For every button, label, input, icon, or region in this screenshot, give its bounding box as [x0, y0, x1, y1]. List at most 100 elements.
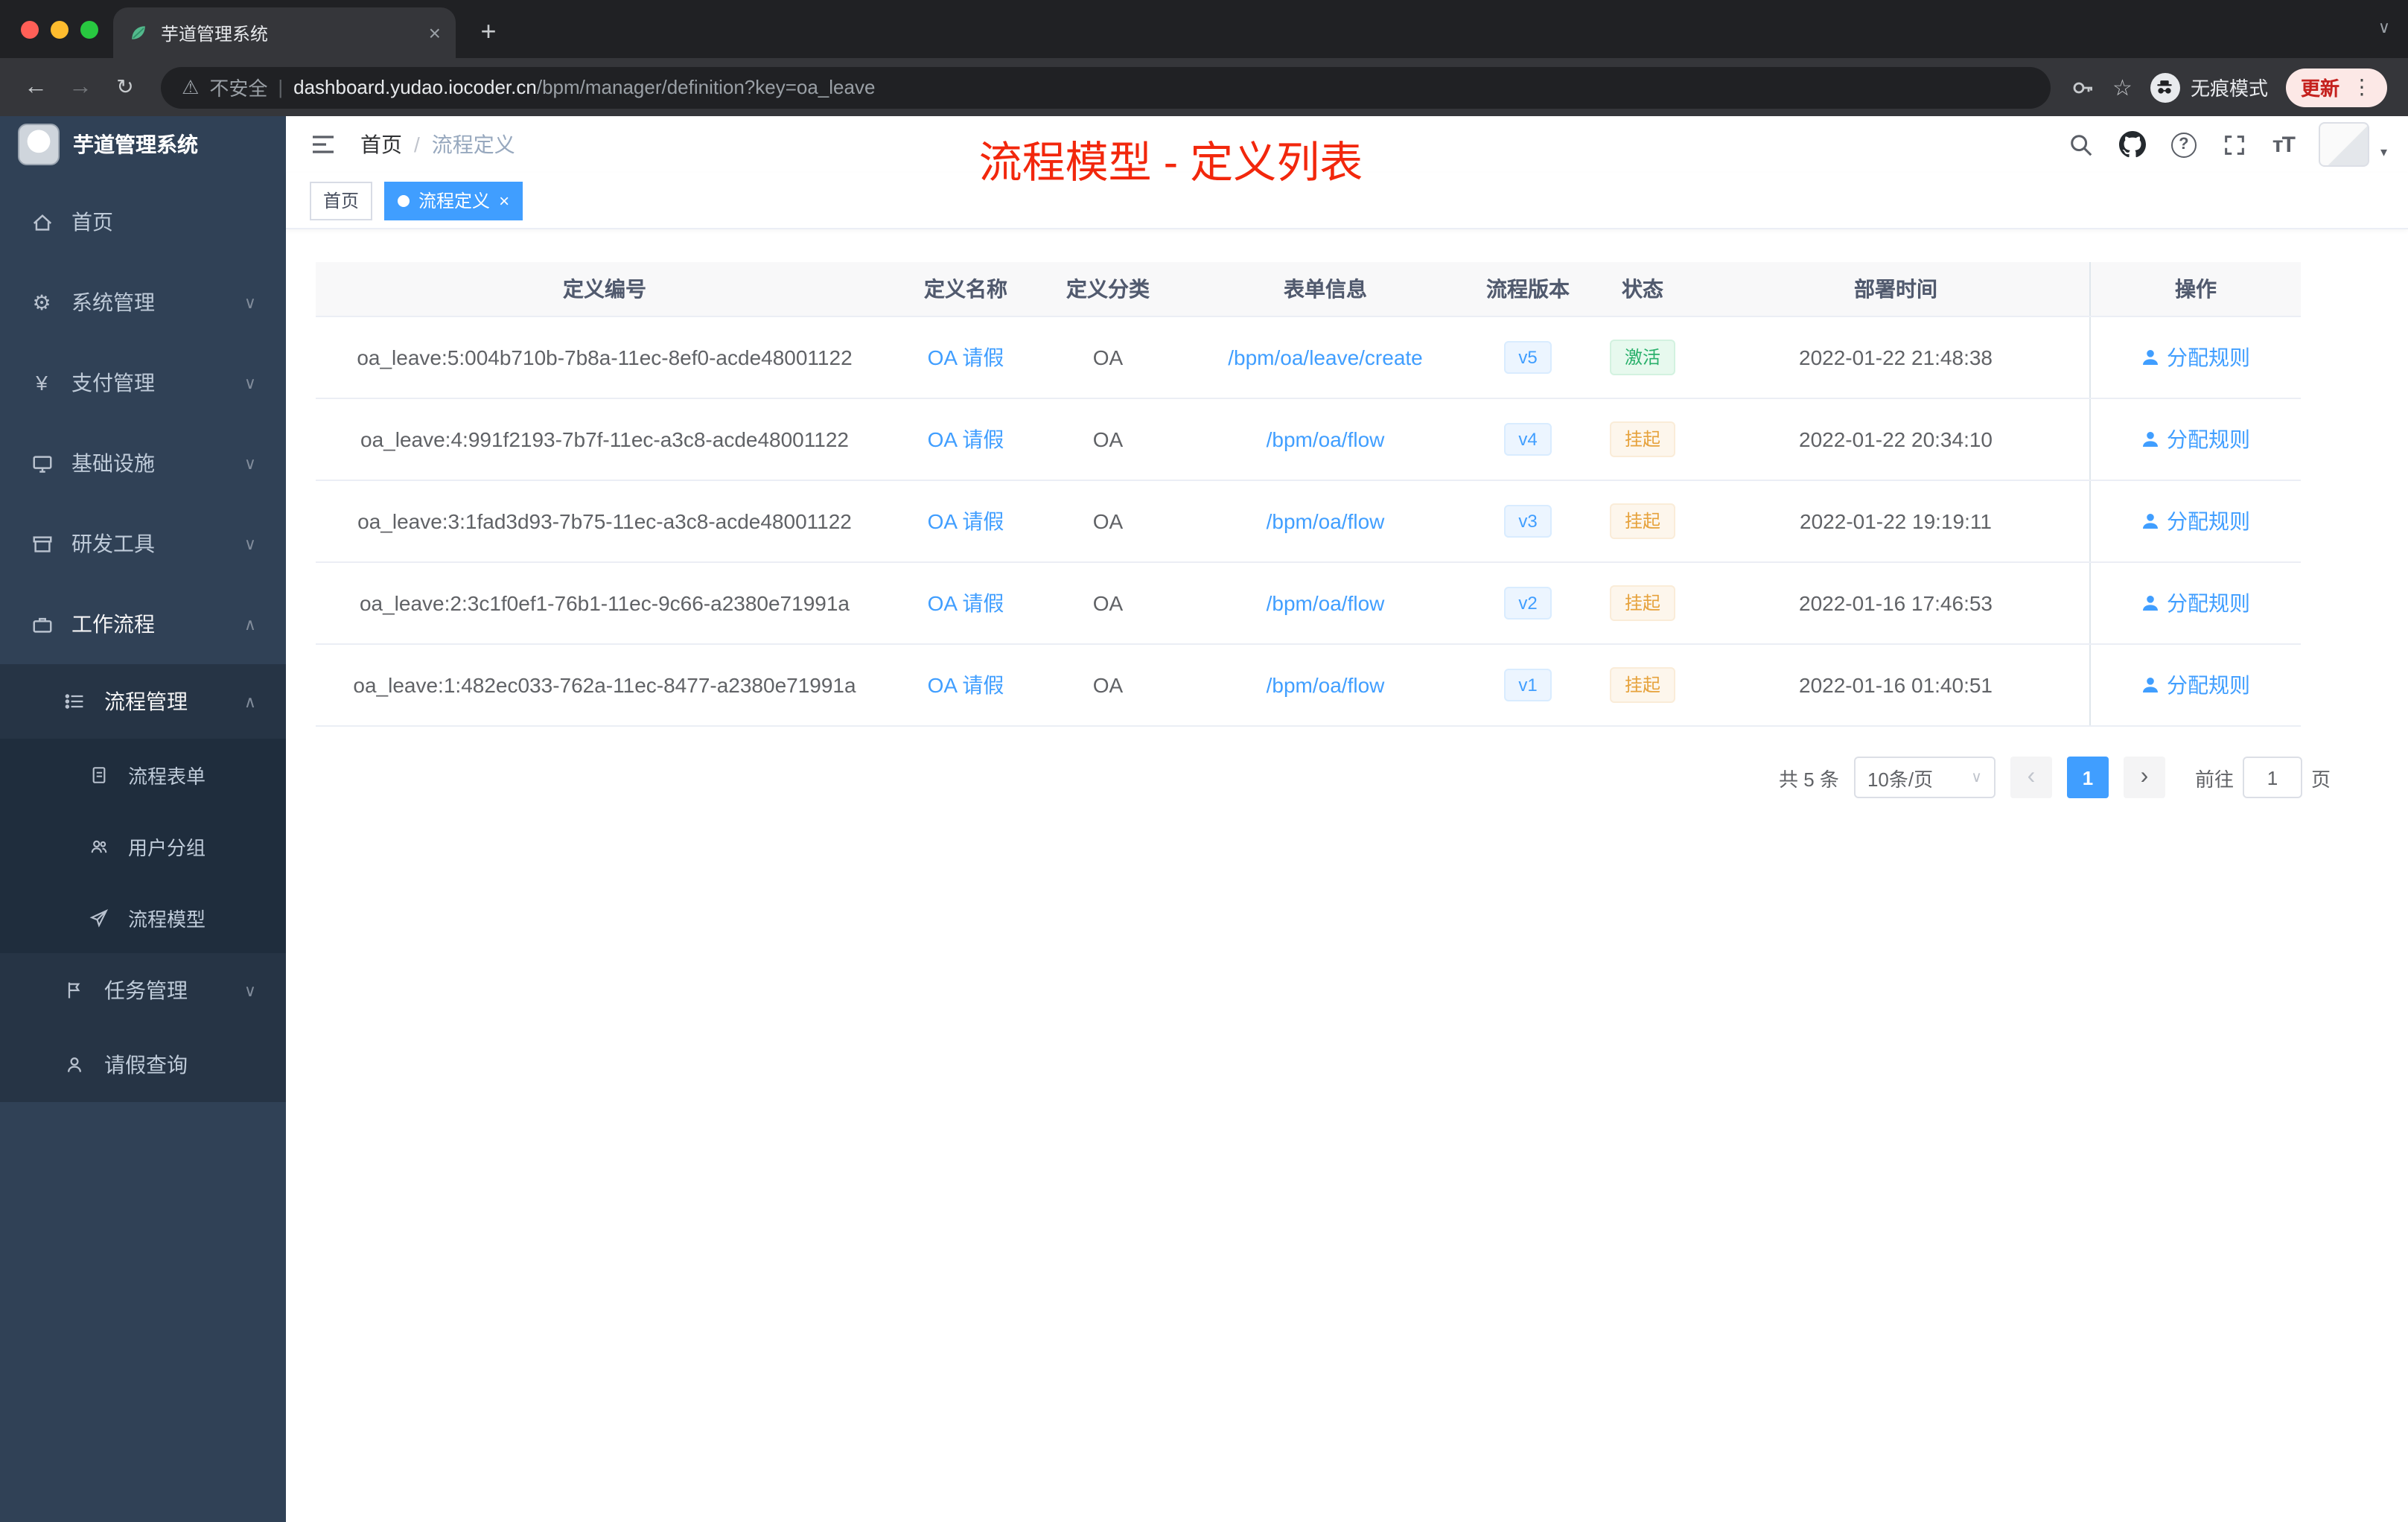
forward-button[interactable]: →: [60, 66, 101, 108]
reload-button[interactable]: ↻: [104, 66, 146, 108]
prev-page-button[interactable]: ‹: [2010, 757, 2052, 798]
cell-form-info: /bpm/oa/leave/create: [1178, 317, 1473, 398]
tab-close-icon[interactable]: ×: [429, 21, 441, 45]
sidebar-item-process-form[interactable]: 流程表单: [0, 739, 286, 810]
form-link[interactable]: /bpm/oa/flow: [1267, 509, 1385, 533]
assign-rule-link[interactable]: 分配规则: [2167, 424, 2250, 454]
cell-definition-name: OA 请假: [894, 645, 1038, 725]
cell-deploy-time: 2022-01-16 17:46:53: [1799, 591, 1993, 615]
tag-label: 流程定义: [418, 191, 491, 211]
sidebar-item-process-model[interactable]: 流程模型: [0, 882, 286, 953]
assign-rule-link[interactable]: 分配规则: [2167, 506, 2250, 536]
definition-name-link[interactable]: OA 请假: [928, 670, 1004, 700]
column-header-deploy-time: 部署时间: [1854, 277, 1937, 301]
browser-update-button[interactable]: 更新 ⋮: [2285, 68, 2387, 106]
sidebar-item-process-management[interactable]: 流程管理 ∧: [0, 664, 286, 739]
definition-name-link[interactable]: OA 请假: [928, 424, 1004, 454]
form-link[interactable]: /bpm/oa/flow: [1267, 427, 1385, 451]
sidebar-item-workflow[interactable]: 工作流程 ∧: [0, 584, 286, 664]
form-link[interactable]: /bpm/oa/flow: [1267, 673, 1385, 697]
document-icon: [86, 762, 110, 786]
chevron-down-icon: ∨: [243, 375, 256, 392]
url-separator: |: [278, 76, 284, 98]
tab-search-chevron-icon[interactable]: ∨: [2378, 18, 2390, 37]
password-key-icon[interactable]: [2071, 75, 2095, 99]
yen-icon: ¥: [36, 371, 48, 395]
tab-title: 芋道管理系统: [161, 23, 269, 44]
github-icon[interactable]: [2118, 131, 2146, 158]
form-link[interactable]: /bpm/oa/leave/create: [1228, 346, 1423, 369]
font-size-icon[interactable]: тT: [2272, 132, 2296, 157]
browser-tab[interactable]: 芋道管理系统 ×: [113, 7, 456, 58]
sidebar-item-payment-management[interactable]: ¥ 支付管理 ∨: [0, 343, 286, 423]
browser-menu-kebab-icon[interactable]: ⋮: [2351, 74, 2372, 100]
bookmark-star-icon[interactable]: ☆: [2112, 74, 2133, 101]
active-tag-dot: [398, 194, 410, 206]
definition-name-link[interactable]: OA 请假: [928, 343, 1004, 372]
table-row: oa_leave:3:1fad3d93-7b75-11ec-a3c8-acde4…: [316, 481, 2301, 563]
sidebar-item-task-management[interactable]: 任务管理 ∨: [0, 953, 286, 1028]
search-icon[interactable]: [2068, 132, 2094, 157]
sidebar-item-user-group[interactable]: 用户分组: [0, 810, 286, 882]
version-tag: v1: [1503, 668, 1552, 702]
cell-deploy-time: 2022-01-22 20:34:10: [1799, 427, 1993, 451]
sidebar-item-label: 工作流程: [71, 612, 155, 636]
app-logo: [18, 124, 60, 165]
sidebar-toggle-hamburger-icon[interactable]: [307, 128, 340, 161]
cell-definition-name: OA 请假: [894, 481, 1038, 561]
user-avatar[interactable]: [2319, 122, 2370, 167]
zoom-window-button[interactable]: [80, 21, 98, 39]
address-bar[interactable]: ⚠ 不安全 | dashboard.yudao.iocoder.cn/bpm/m…: [161, 66, 2051, 108]
page-size-select[interactable]: 10条/页 ∨: [1853, 757, 1995, 798]
sidebar-item-dev-tools[interactable]: 研发工具 ∨: [0, 503, 286, 584]
assign-rule-link[interactable]: 分配规则: [2167, 588, 2250, 618]
workspace: 芋道管理系统 首页 ⚙ 系统管理 ∨ ¥ 支付管理 ∨ 基础设施 ∨ 研发工具 …: [0, 116, 2408, 1522]
pagination: 共 5 条 10条/页 ∨ ‹ 1 › 前往 页: [316, 757, 2331, 798]
toolbox-icon: [30, 532, 54, 555]
page-annotation: 流程模型 - 定义列表: [978, 140, 1363, 188]
assign-rule-link[interactable]: 分配规则: [2167, 343, 2250, 372]
sidebar-item-home[interactable]: 首页: [0, 182, 286, 262]
users-icon: [86, 834, 110, 858]
next-page-button[interactable]: ›: [2123, 757, 2165, 798]
back-button[interactable]: ←: [15, 66, 57, 108]
sidebar-item-leave-query[interactable]: 请假查询: [0, 1028, 286, 1102]
sidebar-item-system-management[interactable]: ⚙ 系统管理 ∨: [0, 262, 286, 343]
cell-actions: 分配规则: [2089, 563, 2301, 643]
breadcrumb-home-link[interactable]: 首页: [360, 130, 402, 159]
sidebar-item-label: 研发工具: [71, 532, 155, 555]
status-badge: 挂起: [1609, 421, 1675, 458]
definition-name-link[interactable]: OA 请假: [928, 588, 1004, 618]
app-logo-row[interactable]: 芋道管理系统: [0, 116, 286, 173]
cell-status: 挂起: [1583, 481, 1702, 561]
definition-table: 定义编号 定义名称 定义分类 表单信息 流程版本 状态 部署时间 操作 oa_l…: [316, 262, 2301, 727]
sidebar-menu: 首页 ⚙ 系统管理 ∨ ¥ 支付管理 ∨ 基础设施 ∨ 研发工具 ∨ 工作流程 …: [0, 182, 286, 1102]
cell-deploy-time: 2022-01-16 01:40:51: [1799, 673, 1993, 697]
goto-label: 前往: [2194, 768, 2234, 790]
new-tab-button[interactable]: +: [471, 13, 506, 49]
tag-home[interactable]: 首页: [310, 181, 373, 220]
cell-status: 激活: [1583, 317, 1702, 398]
home-icon: [30, 210, 54, 234]
cell-form-info: /bpm/oa/flow: [1178, 645, 1473, 725]
pagination-total: 共 5 条: [1779, 768, 1839, 790]
cell-form-info: /bpm/oa/flow: [1178, 563, 1473, 643]
sidebar-item-infrastructure[interactable]: 基础设施 ∨: [0, 423, 286, 503]
tag-close-icon[interactable]: ×: [499, 191, 509, 209]
definition-name-link[interactable]: OA 请假: [928, 506, 1004, 536]
fullscreen-icon[interactable]: [2222, 132, 2247, 157]
help-icon[interactable]: ?: [2170, 132, 2197, 157]
goto-page-input[interactable]: [2242, 757, 2302, 798]
chevron-up-icon: ∧: [243, 616, 256, 634]
table-header-row: 定义编号 定义名称 定义分类 表单信息 流程版本 状态 部署时间 操作: [316, 262, 2301, 317]
column-header-actions: 操作: [2089, 262, 2301, 316]
close-window-button[interactable]: [21, 21, 39, 39]
sidebar-item-label: 基础设施: [71, 451, 155, 475]
assign-rule-link[interactable]: 分配规则: [2167, 670, 2250, 700]
tag-process-definition[interactable]: 流程定义 ×: [384, 181, 523, 220]
breadcrumb-current: 流程定义: [431, 133, 515, 156]
form-link[interactable]: /bpm/oa/flow: [1267, 591, 1385, 615]
minimize-window-button[interactable]: [51, 21, 69, 39]
page-number-1[interactable]: 1: [2066, 757, 2109, 798]
avatar-caret-down-icon[interactable]: ▾: [2380, 144, 2387, 161]
